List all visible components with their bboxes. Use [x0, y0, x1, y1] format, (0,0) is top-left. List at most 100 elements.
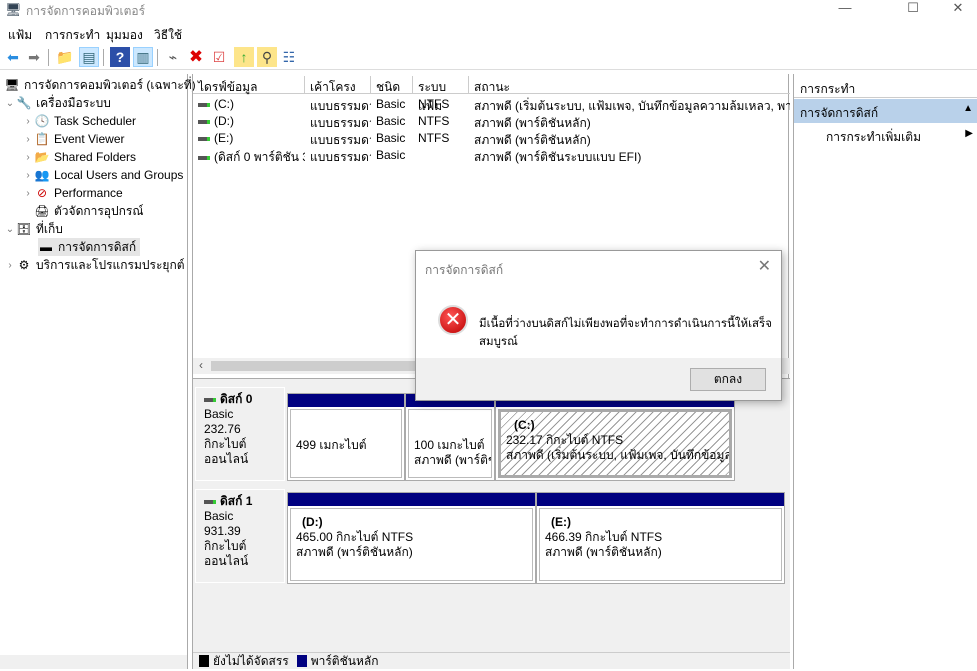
menu-bar: แฟ้ม การกระทำ มุมมอง วิธีใช้ — [0, 22, 977, 44]
maximize-button[interactable]: ☐ — [898, 0, 928, 15]
chevron-right-icon[interactable]: › — [22, 134, 34, 145]
disk-0-label[interactable]: ดิสก์ 0 Basic 232.76 กิกะไบต์ ออนไลน์ — [195, 387, 285, 481]
actions-section-disk-management[interactable]: การจัดการดิสก์ ▲ — [794, 99, 977, 123]
cell-text: NTFS — [418, 131, 450, 145]
chevron-down-icon[interactable]: ⌄ — [4, 224, 16, 235]
show-hide-tree-icon[interactable]: ▤ — [79, 47, 99, 67]
performance-icon: ⊘ — [36, 186, 48, 200]
partition-status: สภาพดี (พาร์ติชันหลัก) — [296, 545, 413, 559]
column-header-filesystem[interactable]: ระบบแฟ้ม — [413, 76, 469, 113]
up-folder-icon[interactable]: 📁 — [55, 47, 75, 67]
cell-text: Basic — [376, 114, 406, 128]
collapse-up-icon[interactable]: ▲ — [963, 103, 973, 114]
unallocated-swatch — [199, 655, 209, 667]
tree-system-tools[interactable]: ⌄ 🔧 เครื่องมือระบบ — [4, 94, 111, 112]
help-icon[interactable]: ? — [110, 47, 130, 67]
column-header-layout[interactable]: เค้าโครง — [305, 76, 371, 94]
volume-status: สภาพดี (พาร์ติชันหลัก) — [469, 113, 790, 130]
volume-filesystem — [413, 147, 469, 164]
column-header-type[interactable]: ชนิด — [371, 76, 413, 94]
connect-drive-icon[interactable]: ⌁ — [163, 47, 183, 67]
menu-file[interactable]: แฟ้ม — [8, 26, 32, 45]
properties-icon[interactable]: ☑ — [209, 47, 229, 67]
disk-0-partition-c[interactable]: (C:) 232.17 กิกะไบต์ NTFS สภาพดี (เริ่มต้น… — [495, 393, 735, 481]
computer-icon: 🖥 — [4, 78, 20, 92]
disk-type: Basic — [204, 407, 234, 421]
services-icon: ⚙ — [18, 258, 30, 272]
volume-layout: แบบธรรมดา — [305, 113, 371, 130]
partition-size: 100 เมกะไบต์ — [414, 438, 485, 452]
back-icon[interactable]: ⬅ — [3, 47, 23, 67]
volume-status: สภาพดี (พาร์ติชันระบบแบบ EFI) — [469, 147, 790, 164]
legend: ยังไม่ได้จัดสรร พาร์ติชันหลัก — [193, 652, 790, 669]
menu-action[interactable]: การกระทำ — [45, 26, 100, 45]
volume-filesystem: NTFS — [413, 130, 469, 147]
cell-text: สภาพดี (พาร์ติชันระบบแบบ EFI) — [474, 150, 642, 164]
drive-icon — [198, 136, 210, 141]
volume-row[interactable]: (D:) แบบธรรมดา Basic NTFS สภาพดี (พาร์ติชันห… — [193, 113, 790, 130]
event-log-icon: 📋 — [34, 132, 50, 146]
ok-button[interactable]: ตกลง — [690, 368, 766, 391]
more-actions-label: การกระทำเพิ่มเติม — [826, 130, 921, 144]
tree-device-manager[interactable]: 🖨 ตัวจัดการอุปกรณ์ — [22, 202, 143, 220]
disk-type: Basic — [204, 509, 234, 523]
volume-layout: แบบธรรมดา — [305, 96, 371, 113]
dialog-close-icon[interactable]: ✕ — [758, 256, 771, 276]
scroll-left-icon[interactable]: ‹ — [199, 358, 203, 372]
drive-icon — [198, 102, 210, 107]
tree-event-viewer[interactable]: › 📋 Event Viewer — [22, 130, 124, 148]
disk-1-partition-d[interactable]: (D:) 465.00 กิกะไบต์ NTFS สภาพดี (พาร์ติชั… — [287, 492, 536, 584]
cell-text: (ดิสก์ 0 พาร์ติชัน 3) — [214, 150, 305, 164]
tree-disk-management[interactable]: ▬ การจัดการดิสก์ — [38, 238, 141, 256]
chevron-right-icon[interactable]: › — [22, 170, 34, 181]
column-header-volume[interactable]: ไดรฟ์ข้อมูล — [193, 76, 305, 94]
volume-row[interactable]: (C:) แบบธรรมดา Basic NTFS สภาพดี (เริ่มต้นระ… — [193, 96, 790, 113]
forward-icon[interactable]: ➡ — [24, 47, 44, 67]
volume-layout: แบบธรรมดา — [305, 147, 371, 164]
chevron-right-icon[interactable]: › — [22, 152, 34, 163]
chevron-down-icon[interactable]: ⌄ — [4, 98, 16, 109]
chevron-right-icon[interactable]: › — [4, 260, 16, 271]
close-button[interactable]: ✕ — [943, 0, 973, 15]
chevron-right-icon[interactable]: › — [22, 188, 34, 199]
minimize-button[interactable]: — — [830, 0, 860, 15]
volume-type: Basic — [371, 96, 413, 113]
column-header-status[interactable]: สถานะ — [469, 76, 790, 94]
partition-status: สภาพดี (พาร์ติชันหลัก) — [545, 545, 662, 559]
cell-text: สภาพดี (พาร์ติชันหลัก) — [474, 133, 591, 147]
actions-title: การกระทำ — [794, 76, 977, 98]
menu-help[interactable]: วิธีใช้ — [154, 26, 182, 45]
title-bar: 🖥 การจัดการคอมพิวเตอร์ — ☐ ✕ — [0, 0, 977, 20]
list-view-icon[interactable]: ☷ — [279, 47, 299, 67]
tree-label: การจัดการดิสก์ — [58, 239, 137, 254]
delete-icon[interactable]: ✖ — [186, 47, 206, 67]
tree-root[interactable]: 🖥 การจัดการคอมพิวเตอร์ (เฉพาะที่) — [4, 76, 195, 94]
tree-services[interactable]: › ⚙ บริการและโปรแกรมประยุกต์ — [4, 256, 184, 274]
toolbar: ⬅ ➡ 📁 ▤ ? ▥ ⌁ ✖ ☑ ↑ ⚲ ☷ — [0, 45, 977, 70]
horizontal-scrollbar[interactable] — [0, 655, 187, 669]
tree-local-users[interactable]: › 👥 Local Users and Groups — [22, 166, 183, 184]
tree-task-scheduler[interactable]: › 🕓 Task Scheduler — [22, 112, 136, 130]
disk-1-partition-e[interactable]: (E:) 466.39 กิกะไบต์ NTFS สภาพดี (พาร์ติชั… — [536, 492, 785, 584]
tree-performance[interactable]: › ⊘ Performance — [22, 184, 122, 202]
chevron-right-icon[interactable]: › — [22, 116, 34, 127]
volume-filesystem: NTFS — [413, 113, 469, 130]
search-icon[interactable]: ⚲ — [257, 47, 277, 67]
disk-0-partition-1[interactable]: 499 เมกะไบต์ — [287, 393, 405, 481]
console-tree: 🖥 การจัดการคอมพิวเตอร์ (เฉพาะที่) ⌄ 🔧 เครื่… — [0, 74, 196, 669]
volume-row[interactable]: (E:) แบบธรรมดา Basic NTFS สภาพดี (พาร์ติชันห… — [193, 130, 790, 147]
disk-0-partition-2[interactable]: 100 เมกะไบต์ สภาพดี (พาร์ติชั — [405, 393, 495, 481]
tree-storage[interactable]: ⌄ 🗄 ที่เก็บ — [4, 220, 63, 238]
import-icon[interactable]: ↑ — [234, 47, 254, 67]
cell-text: แบบธรรมดา — [310, 116, 371, 130]
show-hide-action-pane-icon[interactable]: ▥ — [133, 47, 153, 67]
disk-1-label[interactable]: ดิสก์ 1 Basic 931.39 กิกะไบต์ ออนไลน์ — [195, 489, 285, 583]
more-actions[interactable]: การกระทำเพิ่มเติม ▶ — [794, 125, 977, 145]
partition-label: (D:) — [302, 515, 323, 529]
partition-label: (C:) — [514, 418, 535, 432]
menu-view[interactable]: มุมมอง — [106, 26, 143, 45]
cell-text: Basic — [376, 97, 406, 111]
tree-shared-folders[interactable]: › 📂 Shared Folders — [22, 148, 136, 166]
volume-type: Basic — [371, 147, 413, 164]
volume-row[interactable]: (ดิสก์ 0 พาร์ติชัน 3) แบบธรรมดา Basic สภาพด… — [193, 147, 790, 164]
